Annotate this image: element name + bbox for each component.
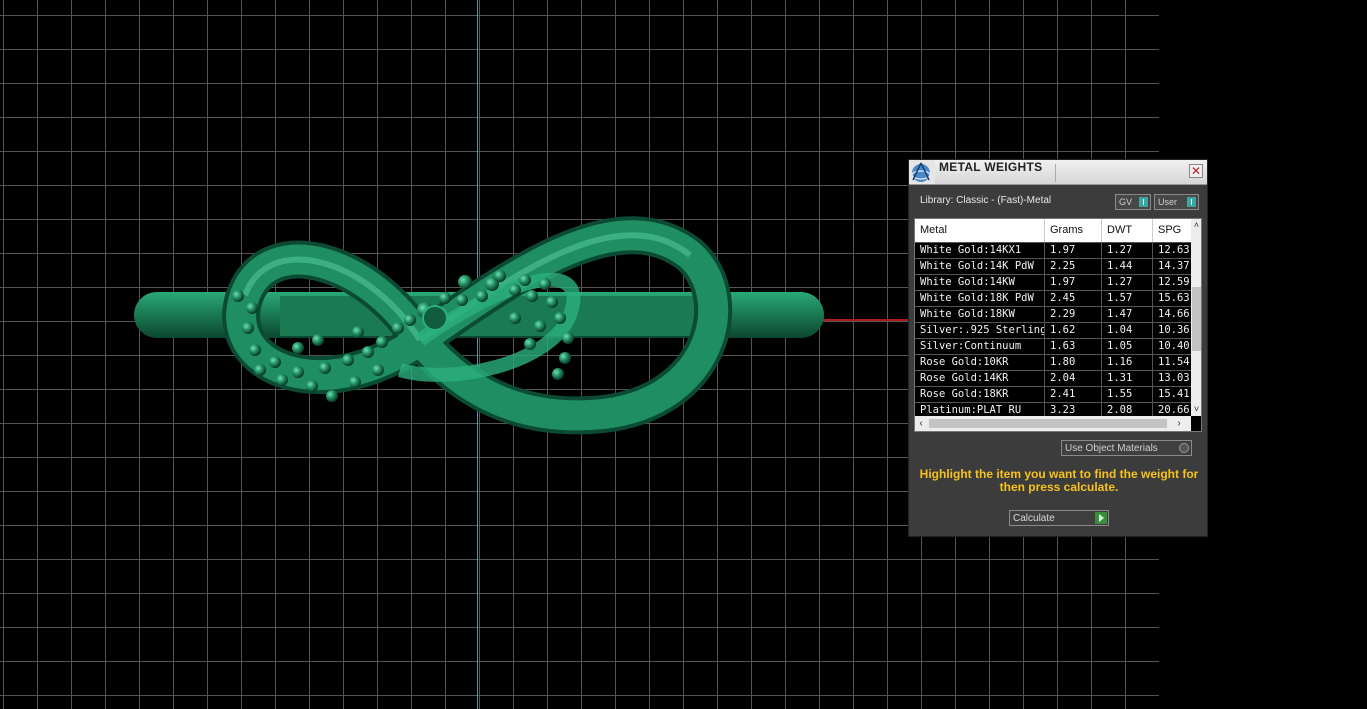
horizontal-scrollbar[interactable]: ‹ › [915,416,1191,431]
radio-icon[interactable] [1179,443,1189,453]
metal-table: Metal Grams DWT SPG White Gold:14KX1 1.97… [914,218,1202,432]
metal-cell: White Gold:18K PdW [915,291,1045,306]
spg-cell: 12.63 [1158,244,1190,256]
table-row[interactable]: White Gold:14KW 1.97 1.27 12.59 [915,274,1191,290]
dwt-cell: 1.57 [1102,291,1153,306]
table-row[interactable]: White Gold:18KW 2.29 1.47 14.66 [915,306,1191,322]
panel-title: METAL WEIGHTS [939,160,1043,174]
table-row[interactable]: White Gold:14K PdW 2.25 1.44 14.37 [915,258,1191,274]
dwt-cell: 1.16 [1102,355,1153,370]
metal-cell: White Gold:14KX1 [915,243,1045,258]
grams-cell: 2.04 [1045,371,1102,386]
gv-toggle[interactable]: GV [1115,194,1151,210]
column-header-dwt[interactable]: DWT [1102,219,1153,242]
table-body: White Gold:14KX1 1.97 1.27 12.63 White Gold:… [915,242,1191,418]
metal-cell: White Gold:14K PdW [915,259,1045,274]
metal-cell: White Gold:14KW [915,275,1045,290]
column-header-spg[interactable]: SPG [1153,219,1191,242]
dwt-cell: 1.31 [1102,371,1153,386]
dwt-cell: 1.04 [1102,323,1153,338]
use-object-materials-option[interactable]: Use Object Materials [1061,440,1192,456]
grams-cell: 2.29 [1045,307,1102,322]
table-row[interactable]: Silver:.925 Sterling 1.62 1.04 10.36 [915,322,1191,338]
use-object-materials-label: Use Object Materials [1065,443,1158,454]
user-toggle-label: User [1158,197,1178,207]
table-row[interactable]: Rose Gold:14KR 2.04 1.31 13.03 [915,370,1191,386]
metal-cell: White Gold:18KW [915,307,1045,322]
close-button[interactable]: ✕ [1189,164,1203,178]
calculate-label: Calculate [1013,513,1055,524]
table-row[interactable]: Silver:Continuum 1.63 1.05 10.40 [915,338,1191,354]
scroll-up-icon[interactable]: ˄ [1191,219,1201,231]
table-row[interactable]: White Gold:18K PdW 2.45 1.57 15.63 [915,290,1191,306]
table-row[interactable]: Rose Gold:10KR 1.80 1.16 11.54 [915,354,1191,370]
spg-cell: 11.54 [1158,356,1190,368]
spg-cell: 15.63 [1158,292,1190,304]
dwt-cell: 1.27 [1102,275,1153,290]
grams-cell: 1.62 [1045,323,1102,338]
scroll-down-icon[interactable]: ˅ [1191,403,1201,415]
grams-cell: 1.63 [1045,339,1102,354]
library-label: Library: Classic - (Fast)-Metal [920,195,1052,206]
metal-cell: Silver:Continuum [915,339,1045,354]
spg-cell: 14.66 [1158,308,1190,320]
spg-cell: 14.37 [1158,260,1190,272]
spg-cell: 12.59 [1158,276,1190,288]
table-header: Metal Grams DWT SPG [915,219,1191,242]
calculate-button[interactable]: Calculate [1009,510,1109,526]
vertical-scrollbar[interactable]: ˄ ˅ [1191,219,1201,416]
grams-cell: 1.80 [1045,355,1102,370]
dwt-cell: 1.05 [1102,339,1153,354]
vertical-scroll-thumb[interactable] [1192,287,1201,351]
column-header-metal[interactable]: Metal [915,219,1045,242]
metal-cell: Rose Gold:10KR [915,355,1045,370]
toggle-knob-icon [1139,197,1148,207]
spg-cell: 13.03 [1158,372,1190,384]
grams-cell: 1.97 [1045,275,1102,290]
infinity-ring-model[interactable] [120,200,840,440]
table-row[interactable]: Rose Gold:18KR 2.41 1.55 15.41 [915,386,1191,402]
scroll-right-icon[interactable]: › [1173,416,1185,431]
spg-cell: 15.41 [1158,388,1190,400]
panel-titlebar[interactable]: METAL WEIGHTS ✕ [909,160,1207,185]
scroll-left-icon[interactable]: ‹ [915,416,927,431]
table-row[interactable]: White Gold:14KX1 1.97 1.27 12.63 [915,242,1191,258]
metal-cell: Rose Gold:14KR [915,371,1045,386]
user-toggle[interactable]: User [1154,194,1199,210]
grams-cell: 1.97 [1045,243,1102,258]
gv-toggle-label: GV [1119,197,1133,207]
grams-cell: 2.45 [1045,291,1102,306]
spg-cell: 10.40 [1158,340,1190,352]
column-header-grams[interactable]: Grams [1045,219,1102,242]
grams-cell: 2.25 [1045,259,1102,274]
dwt-cell: 1.55 [1102,387,1153,402]
close-icon: ✕ [1190,164,1202,178]
grams-cell: 2.41 [1045,387,1102,402]
metal-cell: Silver:.925 Sterling [915,323,1045,338]
instruction-text: Highlight the item you want to find the … [919,467,1199,494]
metal-weights-panel: METAL WEIGHTS ✕ Library: Classic - (Fast… [908,159,1208,537]
metal-cell: Rose Gold:18KR [915,387,1045,402]
toggle-knob-icon [1187,197,1196,207]
dwt-cell: 1.44 [1102,259,1153,274]
app-logo-icon [909,160,935,184]
spg-cell: 10.36 [1158,324,1190,336]
play-arrow-icon [1095,512,1107,524]
dwt-cell: 1.27 [1102,243,1153,258]
horizontal-scroll-thumb[interactable] [929,419,1167,428]
title-divider [1055,164,1056,182]
dwt-cell: 1.47 [1102,307,1153,322]
